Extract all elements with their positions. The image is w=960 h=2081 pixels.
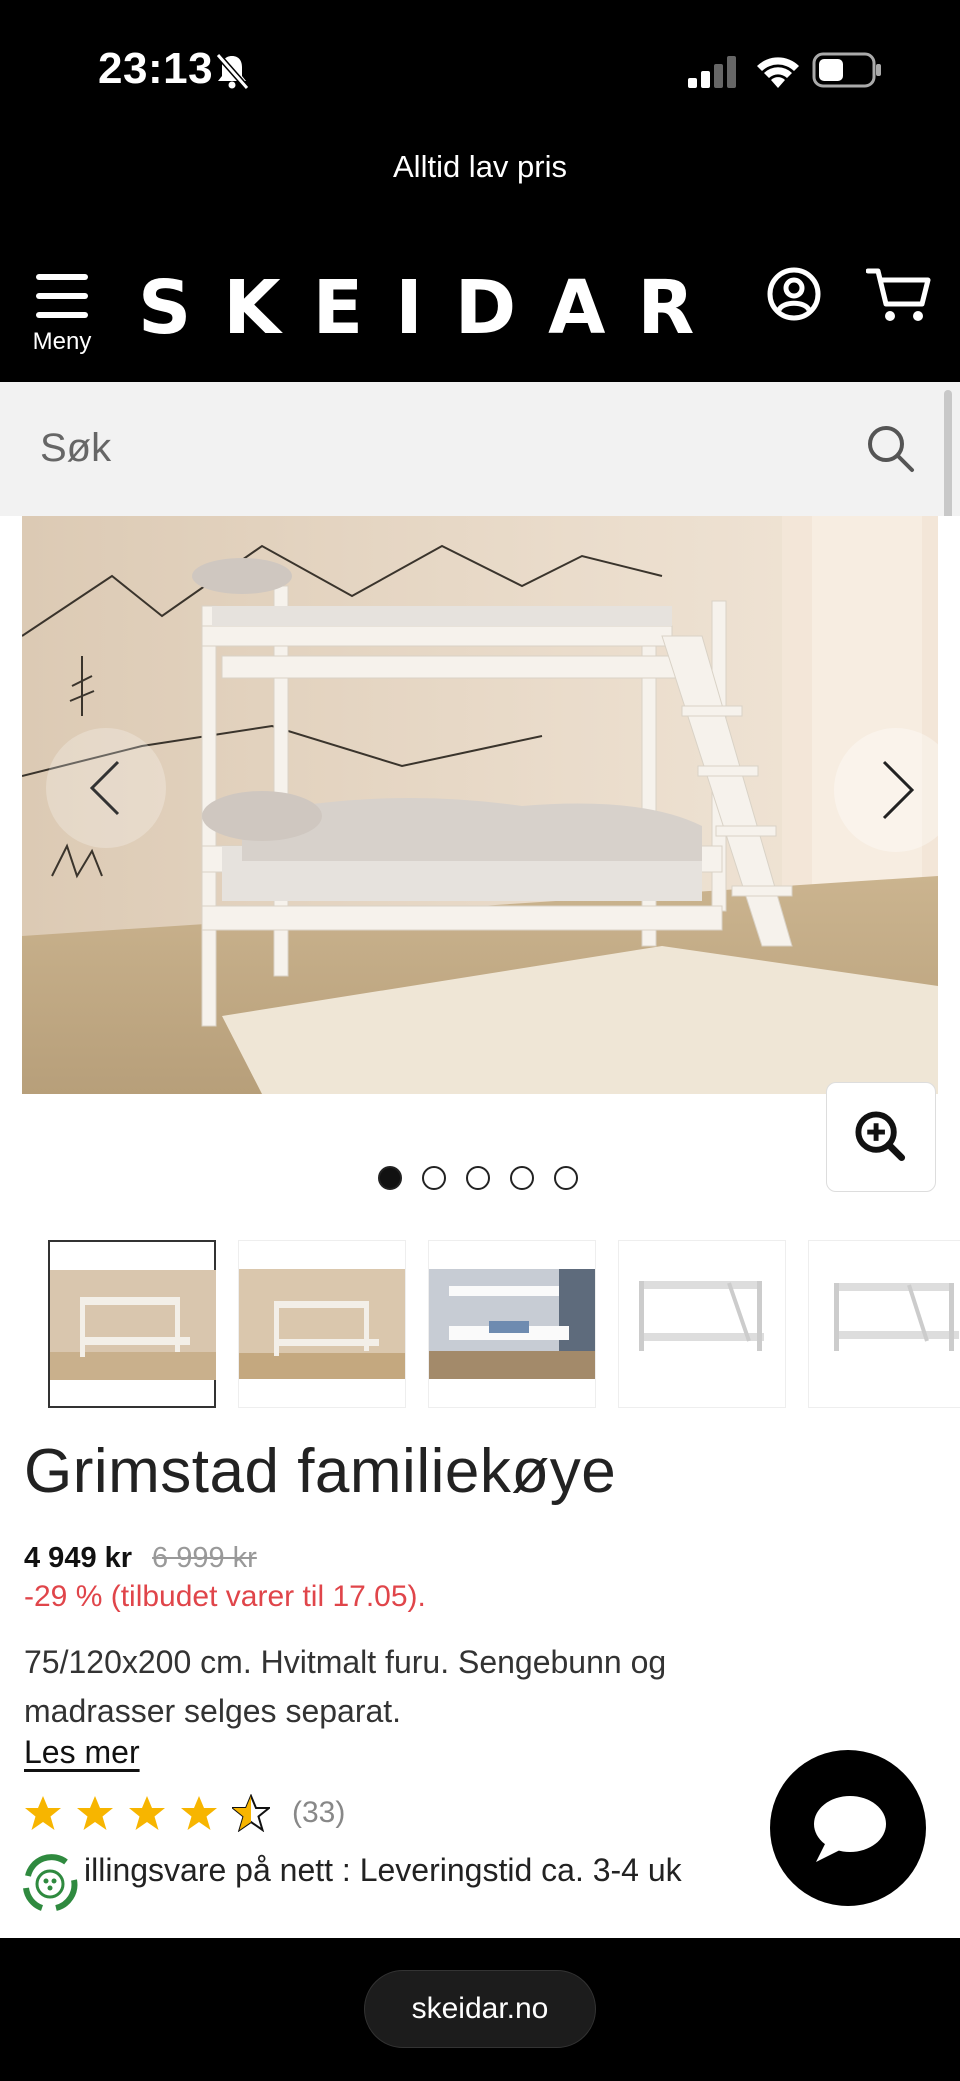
read-more-link[interactable]: Les mer <box>24 1734 140 1771</box>
product-description: 75/120x200 cm. Hvitmalt furu. Sengebunn … <box>24 1644 667 1729</box>
site-header: Meny SKEIDAR <box>0 230 960 382</box>
delivery-info: illingsvare på nett : Leveringstid ca. 3… <box>84 1852 682 1888</box>
carousel-dot[interactable] <box>422 1166 446 1190</box>
star-full-icon <box>25 1796 61 1830</box>
bell-muted-icon <box>215 53 250 90</box>
skeidar-logo[interactable]: SKEIDAR <box>138 268 726 348</box>
product-main-image[interactable] <box>22 516 938 1094</box>
hamburger-icon <box>36 274 88 322</box>
price-row: 4 949 kr 6 999 kr <box>24 1542 257 1575</box>
current-price: 4 949 kr <box>24 1542 133 1574</box>
thumbnail-strip <box>48 1240 960 1408</box>
star-half-icon <box>232 1794 270 1832</box>
carousel-dots <box>378 1166 578 1192</box>
cart-icon[interactable] <box>866 266 932 324</box>
thumbnail-5[interactable] <box>808 1240 960 1408</box>
product-title: Grimstad familiekøye <box>24 1437 617 1506</box>
wifi-icon <box>757 57 799 88</box>
recycle-badge-icon[interactable] <box>16 1850 84 1918</box>
status-bar: 23:13 <box>0 0 960 140</box>
cell-signal-icon <box>688 56 736 88</box>
discount-text: -29 % (tilbudet varer til 17.05). <box>24 1580 426 1613</box>
status-time: 23:13 <box>98 44 214 93</box>
search-bar <box>0 382 960 516</box>
menu-label: Meny <box>32 328 92 355</box>
carousel-dot[interactable] <box>554 1166 578 1190</box>
previous-image-arrow[interactable] <box>46 728 166 848</box>
promo-text: Alltid lav pris <box>393 149 567 184</box>
carousel-dot[interactable] <box>510 1166 534 1190</box>
zoom-icon[interactable] <box>826 1082 936 1192</box>
star-full-icon <box>77 1796 113 1830</box>
promo-banner: Alltid lav pris <box>0 140 960 230</box>
thumbnail-3[interactable] <box>428 1240 596 1408</box>
search-input[interactable] <box>40 418 840 478</box>
chat-bubble-icon[interactable] <box>770 1750 926 1906</box>
rating-stars[interactable]: (33) <box>24 1794 345 1832</box>
url-field[interactable]: skeidar.no <box>364 1970 596 2048</box>
menu-button[interactable]: Meny <box>22 266 102 366</box>
battery-icon <box>812 52 881 88</box>
review-count[interactable]: (33) <box>292 1796 345 1830</box>
carousel-dot[interactable] <box>378 1166 402 1190</box>
account-icon[interactable] <box>766 266 822 322</box>
thumbnail-1[interactable] <box>48 1240 216 1408</box>
thumbnail-4[interactable] <box>618 1240 786 1408</box>
thumbnail-2[interactable] <box>238 1240 406 1408</box>
carousel-dot[interactable] <box>466 1166 490 1190</box>
search-icon[interactable] <box>862 420 918 476</box>
star-full-icon <box>129 1796 165 1830</box>
old-price: 6 999 kr <box>152 1542 257 1574</box>
star-full-icon <box>181 1796 217 1830</box>
browser-url-bar: skeidar.no <box>0 1938 960 2081</box>
product-page: Grimstad familiekøye 4 949 kr 6 999 kr -… <box>0 516 960 1938</box>
